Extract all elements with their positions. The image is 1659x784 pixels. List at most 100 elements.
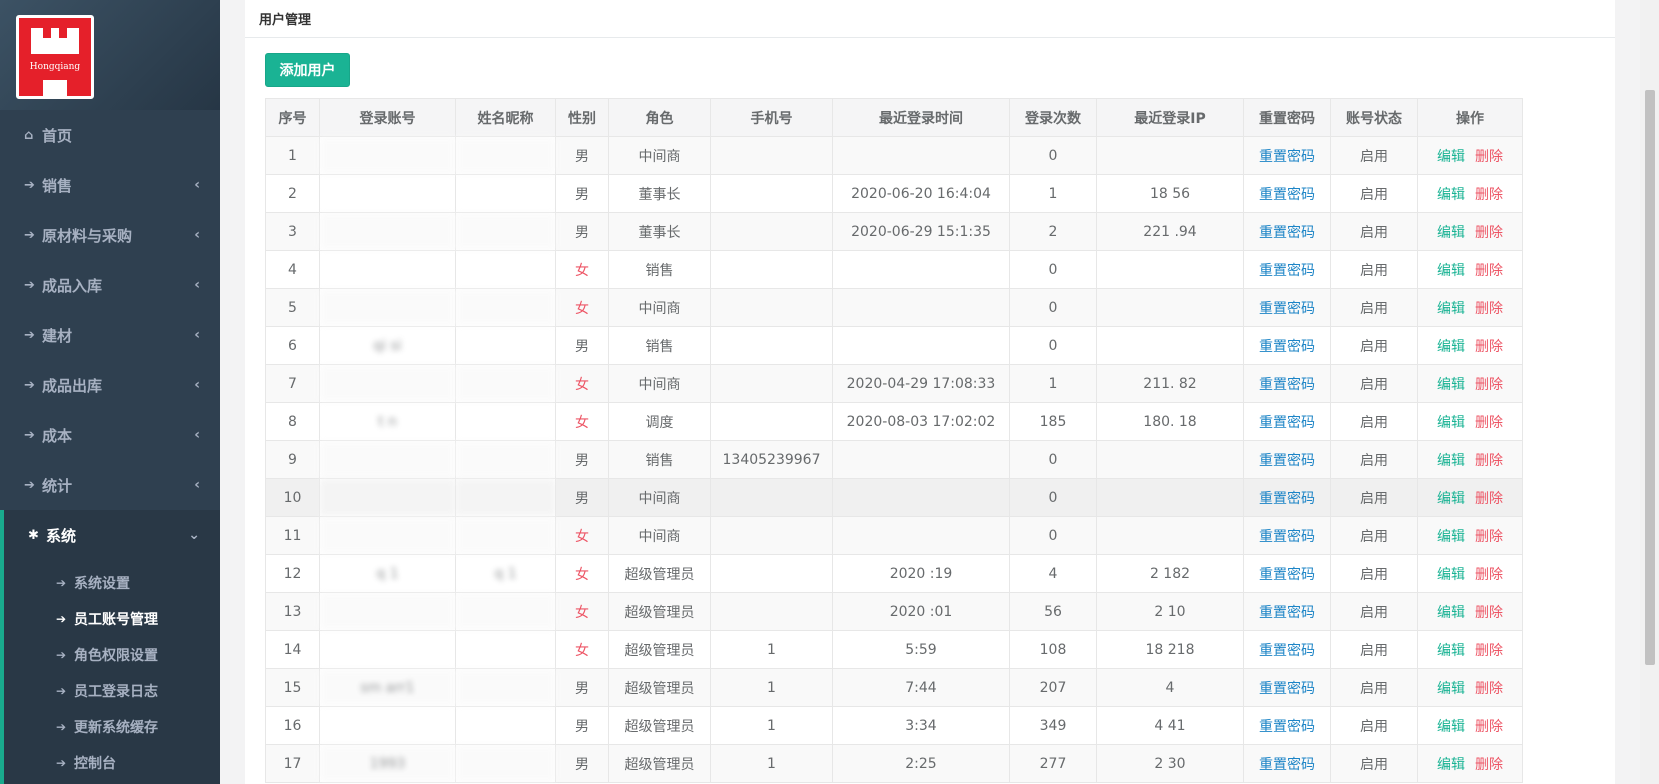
reset-password-link[interactable]: 重置密码 bbox=[1259, 529, 1315, 545]
delete-link[interactable]: 删除 bbox=[1475, 301, 1503, 317]
edit-link[interactable]: 编辑 bbox=[1437, 225, 1465, 241]
cell-phone: 1 bbox=[710, 744, 833, 783]
home-icon: ⌂ bbox=[24, 127, 34, 143]
edit-link[interactable]: 编辑 bbox=[1437, 681, 1465, 697]
edit-link[interactable]: 编辑 bbox=[1437, 453, 1465, 469]
cell-last-login: 3:34 bbox=[832, 706, 1010, 745]
cell-reset: 重置密码 bbox=[1243, 288, 1331, 327]
edit-link[interactable]: 编辑 bbox=[1437, 719, 1465, 735]
reset-password-link[interactable]: 重置密码 bbox=[1259, 301, 1315, 317]
chevron-left-icon: ‹ bbox=[194, 227, 200, 243]
cell-no: 14 bbox=[265, 630, 320, 669]
cell-status: 启用 bbox=[1330, 402, 1418, 441]
cell-name bbox=[455, 592, 556, 631]
edit-link[interactable]: 编辑 bbox=[1437, 377, 1465, 393]
cell-last-login: 2020-06-29 15:1:35 bbox=[832, 212, 1010, 251]
edit-link[interactable]: 编辑 bbox=[1437, 301, 1465, 317]
reset-password-link[interactable]: 重置密码 bbox=[1259, 187, 1315, 203]
cell-login-count: 0 bbox=[1009, 250, 1097, 289]
cell-last-login: 7:44 bbox=[832, 668, 1010, 707]
nav-item-1[interactable]: ➔ 销售 ‹ bbox=[0, 160, 220, 210]
edit-link[interactable]: 编辑 bbox=[1437, 757, 1465, 773]
cell-actions: 编辑 删除 bbox=[1417, 136, 1523, 175]
reset-password-link[interactable]: 重置密码 bbox=[1259, 719, 1315, 735]
scrollbar-thumb[interactable] bbox=[1645, 90, 1655, 665]
nav-item-6[interactable]: ➔ 成本 ‹ bbox=[0, 410, 220, 460]
add-user-button[interactable]: 添加用户 bbox=[265, 53, 350, 87]
reset-password-link[interactable]: 重置密码 bbox=[1259, 757, 1315, 773]
cell-phone bbox=[710, 288, 833, 327]
delete-link[interactable]: 删除 bbox=[1475, 719, 1503, 735]
reset-password-link[interactable]: 重置密码 bbox=[1259, 149, 1315, 165]
reset-password-link[interactable]: 重置密码 bbox=[1259, 491, 1315, 507]
reset-password-link[interactable]: 重置密码 bbox=[1259, 225, 1315, 241]
nav-item-7[interactable]: ➔ 统计 ‹ bbox=[0, 460, 220, 510]
vertical-scrollbar[interactable] bbox=[1640, 0, 1659, 784]
nav-item-3[interactable]: ➔ 成品入库 ‹ bbox=[0, 260, 220, 310]
delete-link[interactable]: 删除 bbox=[1475, 263, 1503, 279]
cell-actions: 编辑 删除 bbox=[1417, 630, 1523, 669]
cell-no: 9 bbox=[265, 440, 320, 479]
submenu-item-3[interactable]: ➔ 员工登录日志 bbox=[4, 673, 220, 709]
reset-password-link[interactable]: 重置密码 bbox=[1259, 643, 1315, 659]
edit-link[interactable]: 编辑 bbox=[1437, 263, 1465, 279]
nav-item-2[interactable]: ➔ 原材料与采购 ‹ bbox=[0, 210, 220, 260]
edit-link[interactable]: 编辑 bbox=[1437, 643, 1465, 659]
delete-link[interactable]: 删除 bbox=[1475, 377, 1503, 393]
delete-link[interactable]: 删除 bbox=[1475, 415, 1503, 431]
nav-item-5[interactable]: ➔ 成品出库 ‹ bbox=[0, 360, 220, 410]
nav-item-4[interactable]: ➔ 建材 ‹ bbox=[0, 310, 220, 360]
nav-item-system[interactable]: ✱ 系统 ⌄ bbox=[0, 510, 220, 560]
edit-link[interactable]: 编辑 bbox=[1437, 415, 1465, 431]
submenu-item-5[interactable]: ➔ 控制台 bbox=[4, 745, 220, 781]
submenu-item-2[interactable]: ➔ 角色权限设置 bbox=[4, 637, 220, 673]
content-box: 用户管理 添加用户 序号 登录账号 姓名昵称 性别 角色 手机号 最近登录时间 登录次数 最近登… bbox=[245, 0, 1615, 784]
company-logo[interactable]: Hongqiang bbox=[16, 15, 94, 99]
reset-password-link[interactable]: 重置密码 bbox=[1259, 263, 1315, 279]
edit-link[interactable]: 编辑 bbox=[1437, 491, 1465, 507]
cell-name bbox=[455, 326, 556, 365]
table-row: 7 女中间商 2020-04-29 17:08:33 1 211. 82 重置密码 启用 编辑… bbox=[265, 364, 1523, 403]
reset-password-link[interactable]: 重置密码 bbox=[1259, 567, 1315, 583]
cell-status: 启用 bbox=[1330, 744, 1418, 783]
reset-password-link[interactable]: 重置密码 bbox=[1259, 681, 1315, 697]
delete-link[interactable]: 删除 bbox=[1475, 339, 1503, 355]
delete-link[interactable]: 删除 bbox=[1475, 643, 1503, 659]
delete-link[interactable]: 删除 bbox=[1475, 681, 1503, 697]
reset-password-link[interactable]: 重置密码 bbox=[1259, 415, 1315, 431]
delete-link[interactable]: 删除 bbox=[1475, 453, 1503, 469]
cell-role: 中间商 bbox=[608, 288, 711, 327]
edit-link[interactable]: 编辑 bbox=[1437, 605, 1465, 621]
delete-link[interactable]: 删除 bbox=[1475, 567, 1503, 583]
nav-item-0[interactable]: ⌂ 首页 bbox=[0, 110, 220, 160]
delete-link[interactable]: 删除 bbox=[1475, 187, 1503, 203]
table-row: 9 男销售 13405239967 0 重置密码 启用 编辑 删除 bbox=[265, 440, 1523, 479]
table-row: 12 q 1q 1 女超级管理员 2020 :19 4 2 182 重置密码 启用 编辑 删除 bbox=[265, 554, 1523, 593]
delete-link[interactable]: 删除 bbox=[1475, 529, 1503, 545]
edit-link[interactable]: 编辑 bbox=[1437, 567, 1465, 583]
submenu-item-0[interactable]: ➔ 系统设置 bbox=[4, 565, 220, 601]
cell-no: 6 bbox=[265, 326, 320, 365]
cell-name bbox=[455, 288, 556, 327]
edit-link[interactable]: 编辑 bbox=[1437, 149, 1465, 165]
submenu-item-1[interactable]: ➔ 员工账号管理 bbox=[4, 601, 220, 637]
cell-login-count: 349 bbox=[1009, 706, 1097, 745]
delete-link[interactable]: 删除 bbox=[1475, 491, 1503, 507]
cell-role: 销售 bbox=[608, 250, 711, 289]
edit-link[interactable]: 编辑 bbox=[1437, 187, 1465, 203]
delete-link[interactable]: 删除 bbox=[1475, 225, 1503, 241]
cell-ip: 180. 18 bbox=[1096, 402, 1244, 441]
reset-password-link[interactable]: 重置密码 bbox=[1259, 377, 1315, 393]
reset-password-link[interactable]: 重置密码 bbox=[1259, 605, 1315, 621]
cell-ip bbox=[1096, 288, 1244, 327]
submenu-item-4[interactable]: ➔ 更新系统缓存 bbox=[4, 709, 220, 745]
column-header: 登录账号 bbox=[319, 98, 456, 137]
edit-link[interactable]: 编辑 bbox=[1437, 529, 1465, 545]
delete-link[interactable]: 删除 bbox=[1475, 757, 1503, 773]
delete-link[interactable]: 删除 bbox=[1475, 149, 1503, 165]
reset-password-link[interactable]: 重置密码 bbox=[1259, 453, 1315, 469]
delete-link[interactable]: 删除 bbox=[1475, 605, 1503, 621]
edit-link[interactable]: 编辑 bbox=[1437, 339, 1465, 355]
cell-ip bbox=[1096, 516, 1244, 555]
reset-password-link[interactable]: 重置密码 bbox=[1259, 339, 1315, 355]
